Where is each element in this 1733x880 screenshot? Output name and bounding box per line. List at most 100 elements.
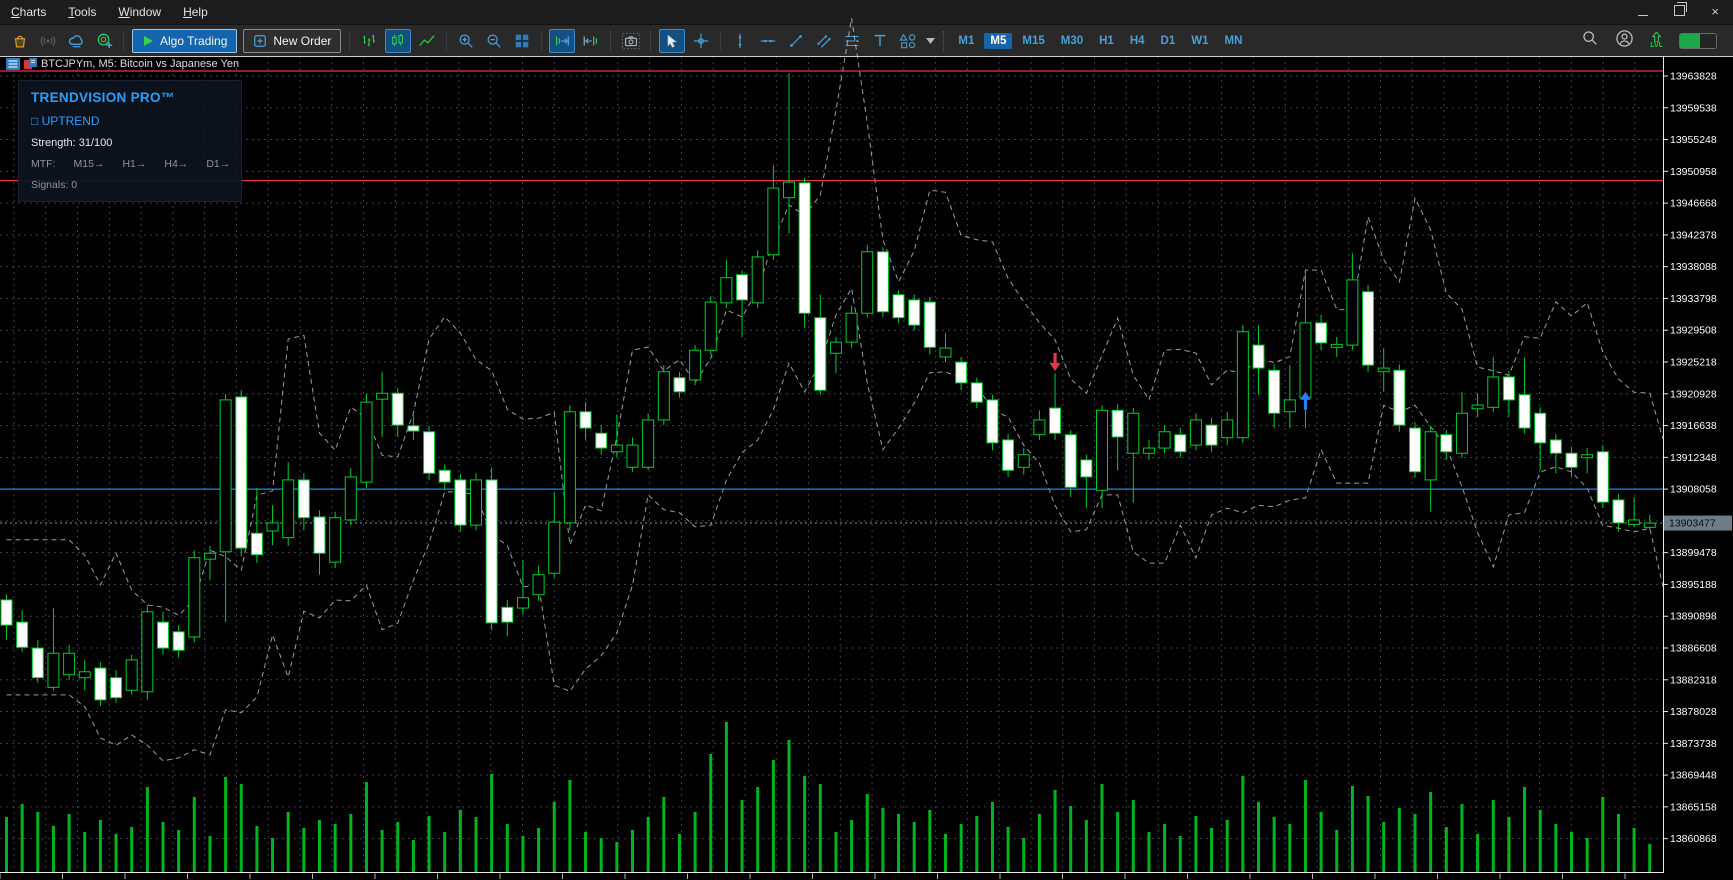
candle-body (47, 652, 60, 688)
candle-body (1643, 522, 1656, 528)
candle-body (1534, 412, 1547, 444)
candle-body (1362, 291, 1375, 366)
price-axis-label: 13860868 (1670, 833, 1717, 845)
candle-body (626, 444, 639, 468)
volume-bar (161, 822, 165, 872)
volume-bar (1632, 828, 1636, 872)
candle-body (1565, 452, 1578, 468)
one-click-trading-icon[interactable] (24, 58, 37, 70)
volume-bar (709, 754, 713, 872)
volume-bar (1319, 812, 1323, 872)
volume-bar (443, 832, 447, 872)
candle-body (861, 251, 874, 314)
candle-body (1017, 454, 1030, 468)
candle-body (438, 469, 451, 483)
indicator-strength: Strength: 31/100 (31, 137, 113, 149)
volume-bar (818, 784, 822, 872)
volume-bar (1084, 820, 1088, 872)
candle-body (78, 671, 91, 679)
volume-bar (83, 832, 87, 872)
volume-bar (318, 820, 321, 872)
price-axis-label: 13942378 (1670, 229, 1717, 241)
volume-bar (1116, 812, 1120, 872)
candle-body (203, 552, 216, 560)
volume-bar (1507, 817, 1511, 872)
candle-body (720, 277, 733, 304)
candle-body (94, 667, 107, 701)
volume-bar (1397, 808, 1401, 872)
price-axis-label: 13933798 (1670, 293, 1717, 305)
mtf-items: M15→ H1→ H4→ D1→ (56, 158, 231, 170)
candle-body (923, 301, 936, 348)
candle-body (470, 479, 482, 526)
candle-body (1064, 434, 1077, 488)
volume-bar (584, 832, 588, 872)
volume-bar (490, 774, 494, 872)
current-price-tag-label: 13903477 (1669, 518, 1716, 530)
candle-body (1236, 331, 1249, 439)
candle-body (1628, 519, 1641, 525)
candle-body (110, 677, 123, 699)
chart-symbol-title: BTCJPYm, M5: Bitcoin vs Japanese Yen (41, 58, 240, 70)
candle-body (751, 256, 764, 304)
volume-bar (1100, 784, 1104, 872)
candle-body (31, 647, 44, 679)
candle-body (157, 621, 169, 649)
candle-body (595, 432, 608, 449)
price-axis-label: 13869448 (1670, 770, 1717, 782)
price-axis-label: 13865158 (1670, 801, 1717, 813)
volume-bar (67, 814, 71, 872)
volume-bar (1257, 802, 1260, 872)
candle-body (219, 399, 232, 553)
candle-body (1315, 322, 1328, 344)
candle-body (1440, 434, 1453, 453)
candle-body (563, 411, 576, 524)
candle-body (329, 517, 342, 563)
candle-body (1299, 322, 1312, 399)
volume-bar (897, 814, 901, 872)
candle-body (63, 652, 76, 676)
candle-body (876, 251, 889, 313)
candle-body (767, 187, 780, 256)
candle-body (250, 532, 263, 556)
candle-body (407, 425, 420, 432)
volume-bar (302, 828, 306, 872)
volume-bar (224, 777, 228, 872)
volume-bar (333, 824, 337, 872)
candle-body (1409, 427, 1421, 473)
indicator-title: TRENDVISION PRO™ (31, 90, 175, 105)
volume-bar (1523, 787, 1527, 872)
mtf-item: H4→ (164, 158, 189, 170)
mt5-window: Charts Tools Window Help × Algo Trading (0, 0, 1733, 880)
volume-bar (505, 824, 509, 872)
volume-bar (599, 838, 603, 872)
volume-bar (1366, 796, 1370, 872)
volume-bar (1585, 838, 1589, 872)
volume-bar (411, 840, 415, 872)
candle-body (1205, 424, 1218, 446)
depth-of-market-icon[interactable] (6, 58, 20, 70)
price-axis-label: 13886608 (1670, 643, 1717, 655)
volume-bar (787, 740, 791, 872)
candle-body (1033, 419, 1046, 436)
volume-bar (834, 832, 838, 872)
price-axis-label: 13912348 (1670, 452, 1717, 464)
volume-bar (1491, 800, 1495, 872)
volume-bar (1444, 827, 1448, 872)
candle-body (736, 274, 749, 301)
candle-body (689, 349, 702, 381)
candle-body (1377, 367, 1390, 373)
volume-bar (239, 784, 243, 872)
candle-body (1330, 343, 1343, 348)
volume-bar (1241, 776, 1245, 872)
candle-body (532, 574, 545, 596)
volume-bar (1350, 786, 1354, 872)
candle-body (657, 371, 670, 421)
candle-body (955, 361, 968, 384)
candle-body (1158, 431, 1171, 449)
volume-bar (286, 812, 290, 872)
price-axis-label: 13890898 (1670, 611, 1717, 623)
volume-bar (177, 830, 181, 872)
candle-body (783, 181, 795, 199)
price-chart[interactable]: 13963828 13959538 13955248 13950958 13946668… (0, 0, 1733, 880)
